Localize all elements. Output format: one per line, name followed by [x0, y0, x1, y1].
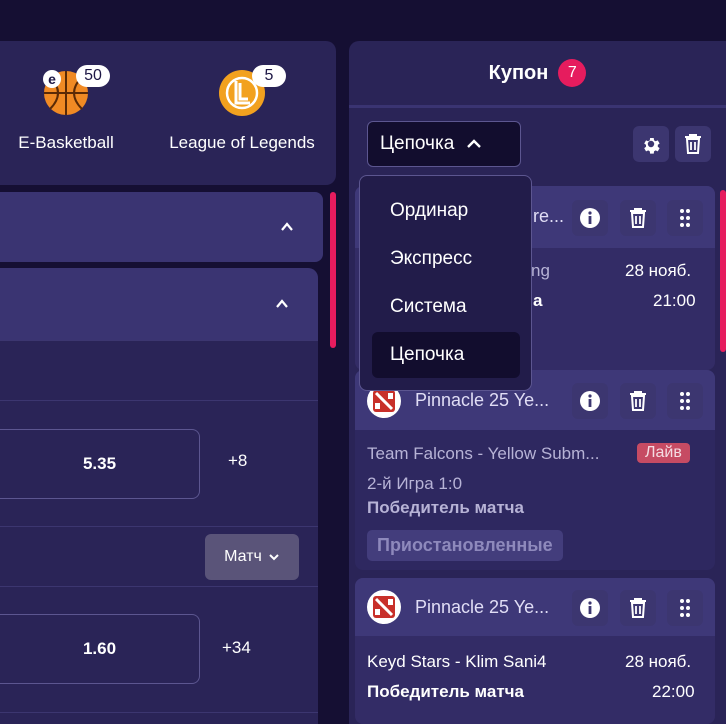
bet-teams: Keyd Stars - Klim Sani4: [367, 652, 547, 671]
remove-bet-button[interactable]: [620, 590, 656, 626]
scrollbar-thumb-left[interactable]: [330, 192, 336, 348]
basketball-icon: e 50: [42, 65, 110, 117]
drag-handle[interactable]: [667, 383, 703, 419]
remove-bet-button[interactable]: [620, 383, 656, 419]
bet-date: 28 нояб.: [625, 261, 692, 280]
coupon-title: Купон: [488, 61, 549, 84]
info-icon: [580, 391, 600, 411]
accordion-header-1[interactable]: [0, 192, 323, 262]
event-row: 5.35 +8: [0, 400, 318, 527]
sport-league-of-legends[interactable]: 5 League of Legends: [156, 65, 328, 153]
match-filter-label: Матч: [224, 548, 262, 565]
accordion-header-2[interactable]: [0, 268, 318, 340]
chevron-up-icon: [467, 139, 482, 148]
clear-coupon-button[interactable]: [675, 126, 711, 162]
trash-icon: [630, 208, 646, 228]
drag-dots-icon: [680, 209, 690, 227]
events-list: 5.35 +8 Матч 1.60 +34: [0, 268, 318, 724]
menu-item-single[interactable]: Ординар: [372, 188, 520, 234]
bet-type-select[interactable]: Цепочка: [367, 121, 521, 167]
drag-handle[interactable]: [667, 590, 703, 626]
remove-bet-button[interactable]: [620, 200, 656, 236]
event-row: 1.60 +34: [0, 586, 318, 713]
menu-item-system[interactable]: Система: [372, 284, 520, 330]
trash-icon: [630, 391, 646, 411]
info-icon: [580, 598, 600, 618]
bet-card: Pinnacle 25 Ye... Keyd Stars - Klim Sani…: [355, 578, 715, 724]
sport-label: E-Basketball: [18, 133, 114, 152]
bet-card-header: Pinnacle 25 Ye...: [355, 578, 715, 636]
more-markets-link[interactable]: +8: [228, 451, 247, 471]
bet-type-menu: Ординар Экспресс Система Цепочка: [359, 175, 532, 391]
chevron-up-icon: [281, 222, 293, 231]
chevron-down-icon: [269, 554, 279, 561]
coupon-count-badge: 7: [558, 59, 587, 87]
sports-bar: e 50 E-Basketball 5 League of Legends: [0, 41, 336, 185]
sport-e-basketball[interactable]: e 50 E-Basketball: [8, 65, 124, 153]
bet-market: а: [533, 291, 543, 310]
scrollbar-thumb-right[interactable]: [720, 190, 726, 352]
match-filter-dropdown[interactable]: Матч: [205, 534, 299, 580]
bet-tournament: re...: [533, 206, 565, 226]
bet-date: 28 нояб.: [625, 652, 692, 671]
drag-dots-icon: [680, 392, 690, 410]
info-button[interactable]: [572, 590, 608, 626]
bet-teams: ng: [531, 261, 550, 280]
event-row: [0, 712, 318, 724]
drag-handle[interactable]: [667, 200, 703, 236]
bet-market: Победитель матча: [367, 498, 525, 517]
sport-count-badge: 50: [76, 65, 110, 87]
bet-time: 22:00: [652, 682, 695, 701]
drag-dots-icon: [680, 599, 690, 617]
sport-label: League of Legends: [169, 133, 315, 152]
lol-icon: 5: [218, 65, 286, 117]
bet-market: Победитель матча: [367, 682, 525, 701]
bet-tournament: Pinnacle 25 Ye...: [415, 597, 550, 617]
settings-button[interactable]: [633, 126, 669, 162]
info-button[interactable]: [572, 383, 608, 419]
odd-button[interactable]: 1.60: [0, 614, 200, 684]
coupon-header: Купон 7: [349, 41, 726, 108]
event-row-header: Матч: [0, 526, 318, 587]
more-markets-link[interactable]: +34: [222, 638, 251, 658]
svg-text:e: e: [48, 71, 56, 87]
menu-item-chain[interactable]: Цепочка: [372, 332, 520, 378]
sport-count-badge: 5: [252, 65, 286, 87]
trash-icon: [630, 598, 646, 618]
dota2-icon: [367, 590, 401, 624]
suspended-badge: Приостановленные: [367, 530, 563, 561]
bet-tournament: Pinnacle 25 Ye...: [415, 390, 550, 410]
event-row: [0, 340, 318, 401]
gear-icon: [644, 138, 660, 154]
live-badge: Лайв: [637, 443, 690, 463]
bet-card: Pinnacle 25 Ye... Team Falcons - Yellow …: [355, 370, 715, 570]
trash-icon: [685, 134, 701, 154]
info-button[interactable]: [572, 200, 608, 236]
chevron-up-icon: [276, 299, 288, 308]
odd-button[interactable]: 5.35: [0, 429, 200, 499]
bet-score: 2-й Игра 1:0: [367, 474, 463, 493]
bet-time: 21:00: [653, 291, 696, 310]
info-icon: [580, 208, 600, 228]
menu-item-express[interactable]: Экспресс: [372, 236, 520, 282]
bet-teams: Team Falcons - Yellow Subm...: [367, 444, 600, 463]
bet-type-selected: Цепочка: [380, 133, 455, 154]
